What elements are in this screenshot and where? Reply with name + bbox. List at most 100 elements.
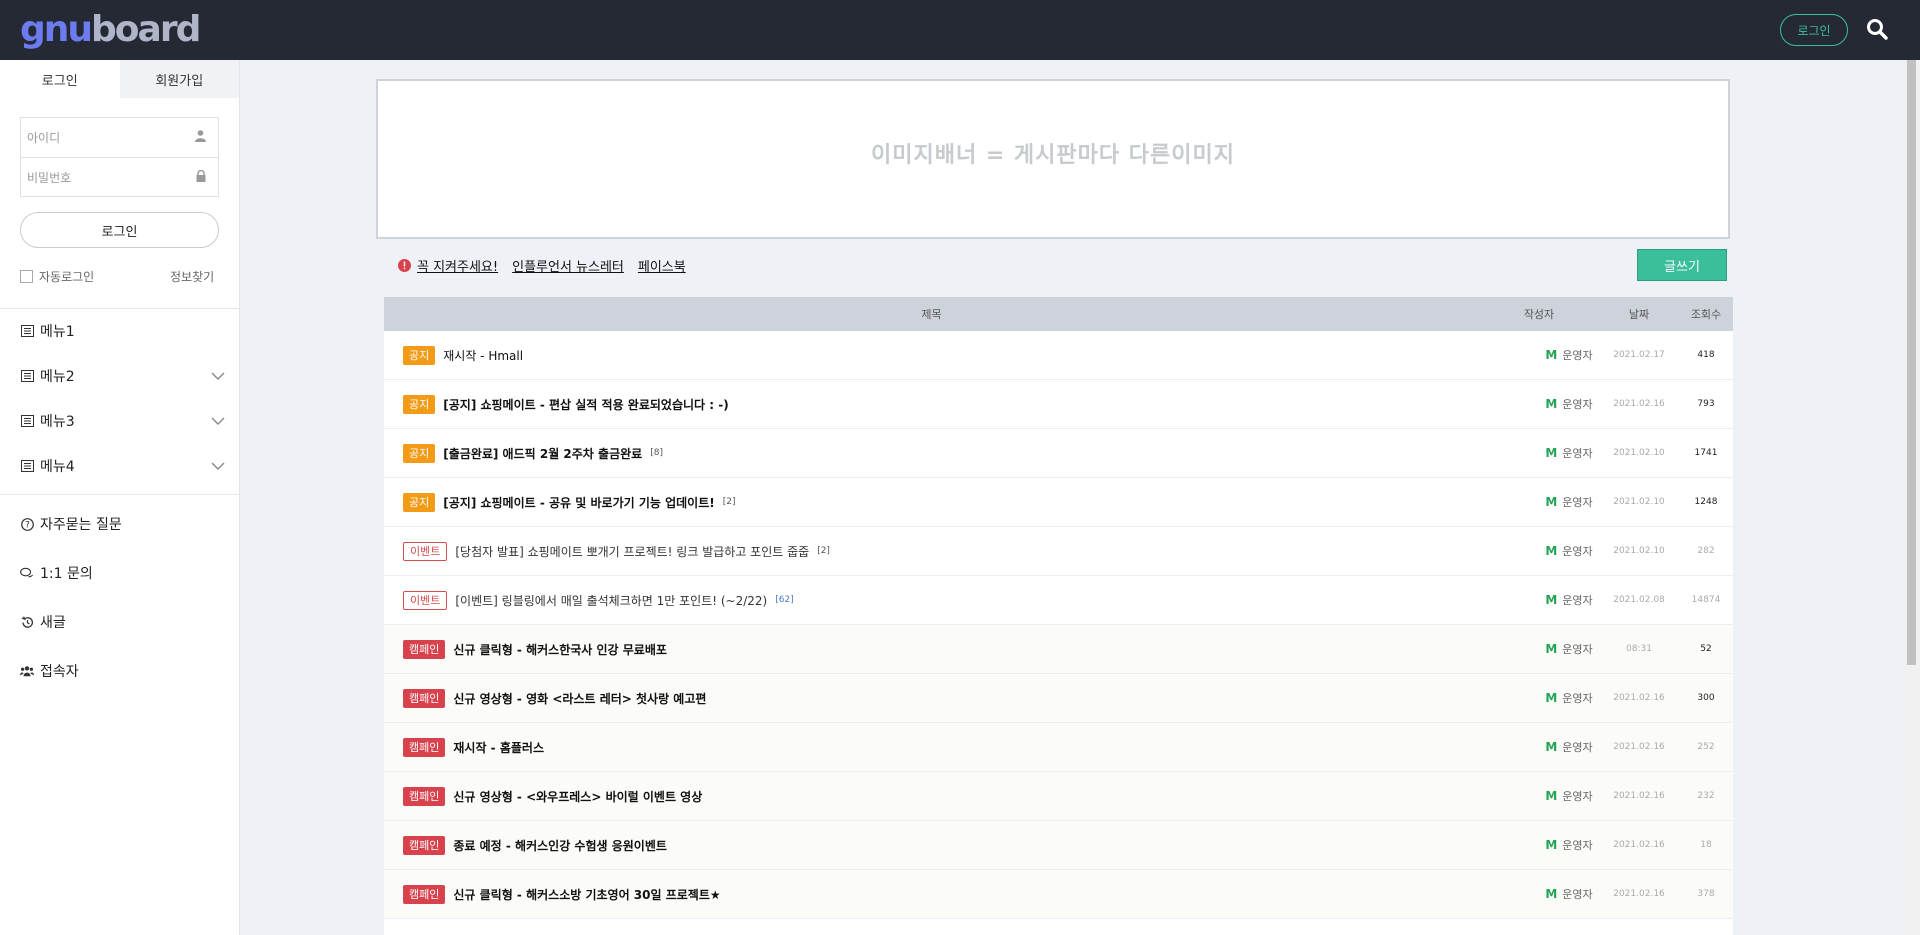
notice-link-newsletter[interactable]: 인플루언서 뉴스레터 <box>512 256 624 275</box>
post-date: 2021.02.16 <box>1613 742 1665 752</box>
row-title-cell: 공지 [공지] 쇼핑메이트 - 공유 및 바로가기 기능 업데이트! [2] <box>384 492 1479 512</box>
column-date[interactable]: 날짜 <box>1599 306 1679 322</box>
login-button[interactable]: 로그인 <box>20 212 219 248</box>
checkbox-icon[interactable] <box>20 270 33 283</box>
notice-link-rules[interactable]: 꼭 지켜주세요! <box>417 256 498 275</box>
sidebar-item-menu3[interactable]: 메뉴3 <box>20 409 225 433</box>
writer-name[interactable]: 운영자 <box>1562 494 1592 510</box>
post-subject-link[interactable]: 신규 영상형 - <와우프레스> 바이럴 이벤트 영상 <box>453 788 702 805</box>
writer-name[interactable]: 운영자 <box>1562 886 1592 902</box>
sidebar-item-new-posts[interactable]: 새글 <box>20 610 225 634</box>
post-date: 2021.02.16 <box>1613 693 1665 703</box>
board-header: 제목 작성자 날짜 조회수 <box>384 297 1733 331</box>
table-row[interactable]: 캠페인 종료 예정 - 해커스인강 수험생 응원이벤트 M 운영자 2021.02.16… <box>384 821 1733 870</box>
table-row[interactable]: 캠페인 재시작 - 홈플러스 M 운영자 2021.02.16 252 <box>384 723 1733 772</box>
post-subject-link[interactable]: [출금완료] 애드픽 2월 2주차 출금완료 <box>443 445 642 462</box>
id-field[interactable]: 아이디 <box>21 118 218 157</box>
post-date: 2021.02.16 <box>1613 840 1665 850</box>
column-title[interactable]: 제목 <box>384 306 1479 322</box>
writer-name[interactable]: 운영자 <box>1562 396 1592 412</box>
sidebar-divider <box>0 308 240 309</box>
post-subject-link[interactable]: 신규 클릭형 - 해커스소방 기초영어 30일 프로젝트★ <box>453 886 720 903</box>
chevron-down-icon[interactable] <box>211 414 225 428</box>
post-date: 2021.02.10 <box>1613 546 1665 556</box>
post-subject-link[interactable]: [당첨자 발표] 쇼핑메이트 뽀개기 프로젝트! 링크 발급하고 포인트 줍줍 <box>455 543 809 560</box>
password-field[interactable]: 비밀번호 <box>21 157 218 196</box>
table-row[interactable]: 캠페인 신규 영상형 - <와우프레스> 바이럴 이벤트 영상 M 운영자 2021.0… <box>384 772 1733 821</box>
writer-name[interactable]: 운영자 <box>1562 837 1592 853</box>
column-hits[interactable]: 조회수 <box>1679 306 1733 322</box>
chevron-down-icon[interactable] <box>211 459 225 473</box>
tab-login[interactable]: 로그인 <box>0 60 120 98</box>
top-bar: gnuboard 로그인 <box>0 0 1920 60</box>
post-subject-link[interactable]: [이벤트] 링블링에서 매일 출석체크하면 1만 포인트! (~2/22) <box>455 592 767 609</box>
writer-name[interactable]: 운영자 <box>1562 739 1592 755</box>
page-scrollbar[interactable] <box>1903 60 1920 935</box>
auto-login-checkbox[interactable]: 자동로그인 <box>20 268 94 285</box>
logo[interactable]: gnuboard <box>20 10 201 50</box>
post-subject-link[interactable]: 신규 영상형 - 영화 <라스트 레터> 첫사랑 예고편 <box>453 690 706 707</box>
alert-icon <box>398 259 411 272</box>
search-icon[interactable] <box>1866 18 1890 42</box>
sidebar-divider <box>0 494 240 495</box>
row-title-cell: 캠페인 신규 영상형 - 영화 <라스트 레터> 첫사랑 예고편 <box>384 688 1479 708</box>
sidebar-item-menu1[interactable]: 메뉴1 <box>20 319 225 343</box>
post-hits: 378 <box>1697 889 1715 899</box>
post-hits: 793 <box>1697 399 1715 409</box>
table-row[interactable]: 공지 [공지] 쇼핑메이트 - 공유 및 바로가기 기능 업데이트! [2] M 운영자… <box>384 478 1733 527</box>
user-icon <box>195 130 206 145</box>
sidebar-item-label: 새글 <box>40 615 66 631</box>
writer-name[interactable]: 운영자 <box>1562 445 1592 461</box>
table-row[interactable]: 이벤트 [이벤트] 링블링에서 매일 출석체크하면 1만 포인트! (~2/22)… <box>384 576 1733 625</box>
sidebar-item-inquiry[interactable]: 1:1 문의 <box>20 561 225 585</box>
post-subject-link[interactable]: 재시작 - 홈플러스 <box>453 739 544 756</box>
table-row[interactable]: 공지 [출금완료] 애드픽 2월 2주차 출금완료 [8] M 운영자 2021.02.1… <box>384 429 1733 478</box>
writer-name[interactable]: 운영자 <box>1562 690 1592 706</box>
post-date: 2021.02.10 <box>1613 448 1665 458</box>
image-banner: 이미지배너 = 게시판마다 다른이미지 <box>376 79 1730 239</box>
tab-register[interactable]: 회원가입 <box>119 60 239 98</box>
post-subject-link[interactable]: 신규 클릭형 - 해커스한국사 인강 무료배포 <box>453 641 667 658</box>
table-row[interactable]: 캠페인 신규 영상형 - 영화 <라스트 레터> 첫사랑 예고편 M 운영자 2021.… <box>384 674 1733 723</box>
writer-name[interactable]: 운영자 <box>1562 592 1592 608</box>
sidebar-item-label: 1:1 문의 <box>40 566 93 582</box>
table-row[interactable]: 캠페인 신규 클릭형 - 해커스소방 기초영어 30일 프로젝트★ M 운영자 2021… <box>384 870 1733 919</box>
sidebar-item-menu2[interactable]: 메뉴2 <box>20 364 225 388</box>
sidebar-item-visitors[interactable]: 접속자 <box>20 659 225 683</box>
chevron-down-icon[interactable] <box>211 369 225 383</box>
notice-link-facebook[interactable]: 페이스북 <box>638 256 686 275</box>
writer-name[interactable]: 운영자 <box>1562 641 1592 657</box>
sidebar-item-menu4[interactable]: 메뉴4 <box>20 454 225 478</box>
row-title-cell: 캠페인 재시작 - 홈플러스 <box>384 737 1479 757</box>
category-badge: 공지 <box>403 492 436 512</box>
header-login-button[interactable]: 로그인 <box>1780 14 1848 46</box>
member-level-icon: M <box>1545 740 1558 754</box>
post-hits: 14874 <box>1691 595 1721 605</box>
post-hits: 282 <box>1697 546 1715 556</box>
table-row[interactable]: 공지 [공지] 쇼핑메이트 - 편삽 실적 적용 완료되었습니다 : -) M 운영자… <box>384 380 1733 429</box>
writer-name[interactable]: 운영자 <box>1562 788 1592 804</box>
lock-icon <box>196 169 206 185</box>
post-subject-link[interactable]: [공지] 쇼핑메이트 - 편삽 실적 적용 완료되었습니다 : -) <box>443 396 728 413</box>
table-row[interactable]: 캠페인 신규 클릭형 - 해커스한국사 인강 무료배포 M 운영자 08:31 52 <box>384 625 1733 674</box>
comment-count: [62] <box>775 595 794 605</box>
table-row[interactable]: 공지 재시작 - Hmall M 운영자 2021.02.17 418 <box>384 331 1733 380</box>
category-badge: 공지 <box>403 443 436 463</box>
board-rows: 공지 재시작 - Hmall M 운영자 2021.02.17 418 공지 [공지] 쇼핑메… <box>384 331 1733 919</box>
post-subject-link[interactable]: [공지] 쇼핑메이트 - 공유 및 바로가기 기능 업데이트! <box>443 494 714 511</box>
scrollbar-thumb[interactable] <box>1907 60 1916 665</box>
table-row[interactable]: 이벤트 [당첨자 발표] 쇼핑메이트 뽀개기 프로젝트! 링크 발급하고 포인트 … <box>384 527 1733 576</box>
post-subject-link[interactable]: 재시작 - Hmall <box>443 347 523 364</box>
post-subject-link[interactable]: 종료 예정 - 해커스인강 수험생 응원이벤트 <box>453 837 667 854</box>
notice-links: 꼭 지켜주세요! 인플루언서 뉴스레터 페이스북 <box>398 256 700 275</box>
chat-bubbles-icon <box>20 566 34 580</box>
member-level-icon: M <box>1545 544 1558 558</box>
sidebar-item-faq[interactable]: ? 자주묻는 질문 <box>20 512 225 536</box>
find-info-link[interactable]: 정보찾기 <box>170 268 214 285</box>
column-writer[interactable]: 작성자 <box>1479 306 1599 322</box>
category-badge: 공지 <box>403 345 436 365</box>
post-hits: 18 <box>1700 840 1712 850</box>
writer-name[interactable]: 운영자 <box>1562 347 1592 363</box>
write-button[interactable]: 글쓰기 <box>1637 249 1727 281</box>
writer-name[interactable]: 운영자 <box>1562 543 1592 559</box>
